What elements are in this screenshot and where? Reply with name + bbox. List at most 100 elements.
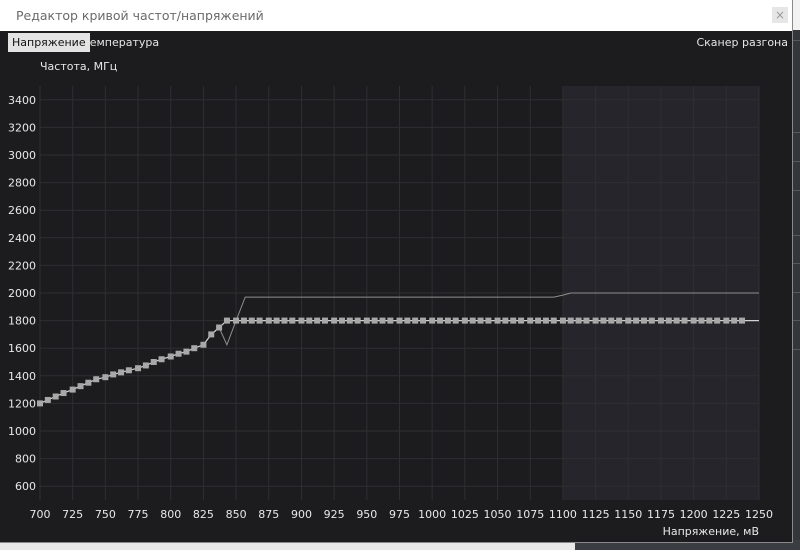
curve-point[interactable]: [314, 317, 321, 324]
curve-point[interactable]: [550, 317, 557, 324]
curve-point[interactable]: [248, 317, 255, 324]
curve-point[interactable]: [592, 317, 599, 324]
curve-point[interactable]: [223, 317, 230, 324]
curve-point[interactable]: [167, 353, 174, 360]
curve-point[interactable]: [60, 390, 67, 397]
curve-point[interactable]: [77, 383, 84, 390]
curve-point[interactable]: [608, 317, 615, 324]
curve-point[interactable]: [110, 371, 117, 378]
curve-point[interactable]: [510, 317, 517, 324]
title-bar[interactable]: Редактор кривой частот/напряжений ×: [0, 0, 792, 31]
curve-point[interactable]: [723, 317, 730, 324]
curve-point[interactable]: [698, 317, 705, 324]
curve-point[interactable]: [640, 317, 647, 324]
tab-temperature[interactable]: Температура: [79, 33, 163, 52]
y-tick-label: 1400: [8, 370, 36, 383]
curve-point[interactable]: [616, 317, 623, 324]
x-tick-label: 925: [324, 508, 345, 521]
curve-point[interactable]: [542, 317, 549, 324]
curve-point[interactable]: [494, 317, 501, 324]
curve-point[interactable]: [706, 317, 713, 324]
curve-point[interactable]: [665, 317, 672, 324]
curve-point[interactable]: [681, 317, 688, 324]
close-button[interactable]: ×: [772, 7, 788, 23]
curve-point[interactable]: [363, 317, 370, 324]
curve-point[interactable]: [714, 317, 721, 324]
curve-point[interactable]: [387, 317, 394, 324]
curve-point[interactable]: [690, 317, 697, 324]
curve-point[interactable]: [191, 345, 198, 352]
curve-point[interactable]: [625, 317, 632, 324]
curve-point[interactable]: [535, 317, 542, 324]
curve-point[interactable]: [429, 317, 436, 324]
curve-point[interactable]: [233, 317, 240, 324]
curve-point[interactable]: [379, 317, 386, 324]
curve-point[interactable]: [265, 317, 272, 324]
curve-point[interactable]: [420, 317, 427, 324]
curve-point[interactable]: [477, 317, 484, 324]
curve-point[interactable]: [273, 317, 280, 324]
curve-point[interactable]: [502, 317, 509, 324]
curve-point[interactable]: [69, 386, 76, 393]
curve-point[interactable]: [142, 362, 149, 369]
curve-point[interactable]: [673, 317, 680, 324]
curve-point[interactable]: [135, 365, 142, 372]
curve-point[interactable]: [306, 317, 313, 324]
curve-point[interactable]: [575, 317, 582, 324]
curve-point[interactable]: [567, 317, 574, 324]
curve-point[interactable]: [200, 341, 207, 348]
curve-point[interactable]: [321, 317, 328, 324]
curve-point[interactable]: [52, 393, 59, 400]
curve-point[interactable]: [731, 317, 738, 324]
curve-point[interactable]: [125, 367, 132, 374]
curve-point[interactable]: [175, 350, 182, 357]
curve-point[interactable]: [85, 379, 92, 386]
curve-point[interactable]: [208, 331, 215, 338]
curve-point[interactable]: [102, 374, 109, 381]
curve-point[interactable]: [216, 324, 223, 331]
oc-scanner-button[interactable]: Сканер разгона: [696, 33, 788, 52]
y-tick-label: 1600: [8, 342, 36, 355]
curve-point[interactable]: [485, 317, 492, 324]
curve-point[interactable]: [437, 317, 444, 324]
curve-point[interactable]: [44, 396, 51, 403]
curve-point[interactable]: [281, 317, 288, 324]
curve-point[interactable]: [461, 317, 468, 324]
curve-point[interactable]: [396, 317, 403, 324]
curve-point[interactable]: [600, 317, 607, 324]
x-tick-label: 850: [226, 508, 247, 521]
curve-point[interactable]: [331, 317, 338, 324]
curve-point[interactable]: [354, 317, 361, 324]
curve-point[interactable]: [183, 348, 190, 355]
curve-point[interactable]: [289, 317, 296, 324]
curve-point[interactable]: [240, 317, 247, 324]
curve-point[interactable]: [118, 369, 125, 376]
curve-point[interactable]: [739, 317, 746, 324]
curve-point[interactable]: [371, 317, 378, 324]
curve-point[interactable]: [404, 317, 411, 324]
x-axis-label: Напряжение, мВ: [663, 525, 759, 538]
curve-point[interactable]: [256, 317, 263, 324]
tab-voltage[interactable]: Напряжение: [8, 33, 90, 52]
curve-point[interactable]: [527, 317, 534, 324]
curve-point[interactable]: [657, 317, 664, 324]
curve-point[interactable]: [469, 317, 476, 324]
curve-point[interactable]: [150, 359, 157, 365]
curve-point[interactable]: [93, 376, 100, 383]
curve-point[interactable]: [648, 317, 655, 324]
curve-point[interactable]: [412, 317, 419, 324]
curve-point[interactable]: [37, 400, 43, 407]
curve-point[interactable]: [158, 356, 165, 363]
y-tick-label: 2600: [8, 204, 36, 217]
curve-point[interactable]: [559, 317, 566, 324]
curve-point[interactable]: [444, 317, 451, 324]
curve-point[interactable]: [583, 317, 590, 324]
curve-point[interactable]: [452, 317, 459, 324]
curve-point[interactable]: [346, 317, 353, 324]
x-tick-label: 1000: [418, 508, 446, 521]
curve-point[interactable]: [298, 317, 305, 324]
curve-point[interactable]: [518, 317, 525, 324]
vf-curve-chart[interactable]: 600 800 1000 1200 1400 1600 1800 2000 2200 2400 26…: [0, 53, 792, 542]
curve-point[interactable]: [633, 317, 640, 324]
curve-point[interactable]: [338, 317, 345, 324]
